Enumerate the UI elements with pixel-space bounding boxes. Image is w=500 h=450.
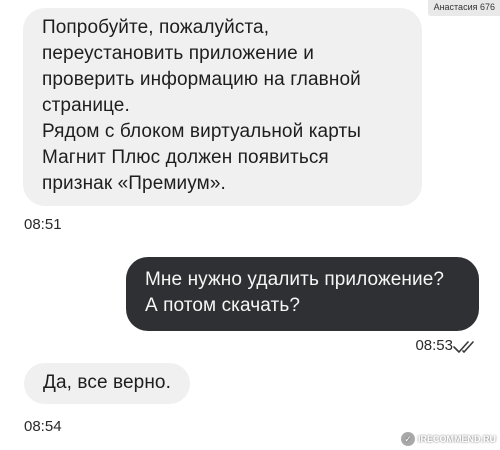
double-check-icon bbox=[453, 341, 474, 353]
message-line: проверить информацию на главной bbox=[42, 69, 361, 90]
message-line: Магнит Плюс должен появиться bbox=[42, 147, 329, 168]
message-line: Рядом с блоком виртуальной карты bbox=[42, 121, 362, 142]
message-timestamp: 08:54 bbox=[24, 418, 62, 435]
message-line: Да, все верно. bbox=[43, 372, 171, 393]
incoming-message-bubble[interactable]: Попробуйте, пожалуйста, переустановить п… bbox=[23, 8, 422, 206]
message-line: Попробуйте, пожалуйста, bbox=[42, 17, 270, 38]
message-line: Мне нужно удалить приложение? bbox=[145, 269, 445, 290]
message-line: признак «Премиум». bbox=[42, 173, 226, 194]
irecommend-logo-icon: ✓ bbox=[401, 432, 415, 446]
author-name: Анастасия 676 bbox=[433, 2, 495, 12]
outgoing-message-bubble[interactable]: Мне нужно удалить приложение? А потом ск… bbox=[126, 257, 479, 331]
message-timestamp: 08:51 bbox=[24, 216, 62, 233]
message-line: А потом скачать? bbox=[145, 295, 300, 316]
message-timestamp: 08:53 bbox=[415, 337, 453, 354]
author-watermark: Анастасия 676 bbox=[427, 0, 500, 16]
site-watermark-text: IRECOMMEND.RU bbox=[418, 434, 496, 444]
site-watermark: ✓ IRECOMMEND.RU bbox=[401, 432, 496, 446]
incoming-message-bubble[interactable]: Да, все верно. bbox=[24, 363, 190, 404]
message-line: переустановить приложение и bbox=[42, 43, 314, 64]
message-line: странице. bbox=[42, 95, 130, 116]
